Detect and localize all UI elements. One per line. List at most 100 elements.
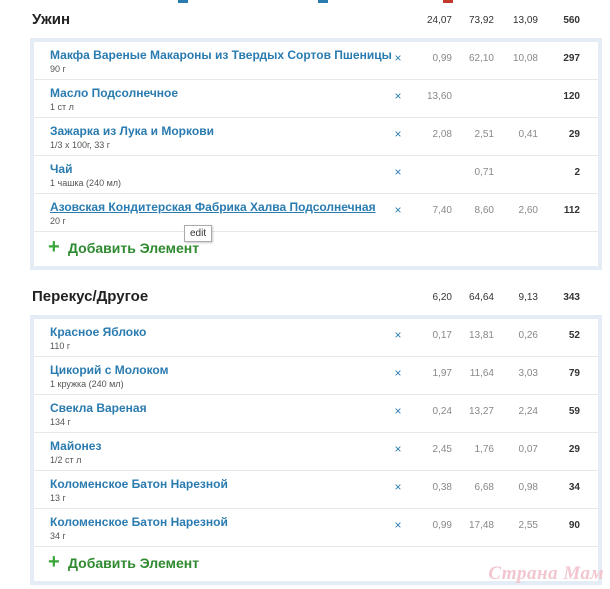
- food-name-link[interactable]: Масло Подсолнечное: [50, 86, 178, 100]
- food-portion: 13 г: [50, 493, 66, 503]
- delete-icon[interactable]: ×: [391, 203, 405, 217]
- food-row: Майонез 1/2 ст л × 2,45 1,76 0,07 29: [34, 433, 598, 471]
- food-name-link[interactable]: Свекла Вареная: [50, 401, 147, 415]
- food-portion: 1 ст л: [50, 102, 74, 112]
- fat-value: 0,38: [432, 482, 452, 493]
- food-row: Макфа Вареные Макароны из Твердых Сортов…: [34, 42, 598, 80]
- calories-value: 29: [568, 129, 580, 140]
- food-portion: 1/3 x 100г, 33 г: [50, 140, 111, 150]
- food-row: Коломенское Батон Нарезной 34 г × 0,99 1…: [34, 509, 598, 547]
- fat-value: 1,97: [432, 368, 452, 379]
- food-row: Красное Яблоко 110 г × 0,17 13,81 0,26 5…: [34, 319, 598, 357]
- food-portion: 110 г: [50, 341, 71, 351]
- total-fat: 24,07: [426, 15, 452, 26]
- fat-value: 2,08: [432, 129, 452, 140]
- meal-section-snack: Перекус/Другое 6,20 64,64 9,13 343 Красн…: [30, 279, 602, 585]
- delete-icon[interactable]: ×: [391, 328, 405, 342]
- fat-value: 0,24: [432, 406, 452, 417]
- calories-value: 79: [568, 368, 580, 379]
- protein-value: 10,08: [512, 53, 538, 64]
- fat-value: 0,99: [432, 53, 452, 64]
- protein-value: 0,41: [518, 129, 538, 140]
- watermark-logo: Страна Мам: [488, 563, 604, 584]
- add-item-label: Добавить Элемент: [68, 240, 200, 256]
- calories-value: 120: [563, 91, 580, 102]
- total-carbs: 64,64: [468, 292, 494, 303]
- fat-value: 7,40: [432, 205, 452, 216]
- fat-value: 0,17: [432, 330, 452, 341]
- food-portion: 1/2 ст л: [50, 455, 82, 465]
- plus-icon: +: [48, 551, 60, 573]
- food-portion: 34 г: [50, 531, 66, 541]
- food-name-link[interactable]: Зажарка из Лука и Моркови: [50, 124, 214, 138]
- fat-value: 13,60: [426, 91, 452, 102]
- food-row: Коломенское Батон Нарезной 13 г × 0,38 6…: [34, 471, 598, 509]
- delete-icon[interactable]: ×: [391, 51, 405, 65]
- fat-value: 2,45: [432, 444, 452, 455]
- add-item-button[interactable]: + Добавить Элемент: [34, 232, 598, 266]
- delete-icon[interactable]: ×: [391, 366, 405, 380]
- section-title: Ужин: [32, 11, 71, 28]
- carbs-value: 0,71: [474, 167, 494, 178]
- protein-value: 2,60: [518, 205, 538, 216]
- calories-value: 59: [568, 406, 580, 417]
- food-row: Цикорий с Молоком 1 кружка (240 мл) × 1,…: [34, 357, 598, 395]
- delete-icon[interactable]: ×: [391, 480, 405, 494]
- total-fat: 6,20: [432, 292, 452, 303]
- fat-value: 0,99: [432, 520, 452, 531]
- food-portion: 134 г: [50, 417, 71, 427]
- delete-icon[interactable]: ×: [391, 127, 405, 141]
- carbs-value: 13,27: [468, 406, 494, 417]
- food-list-panel: Макфа Вареные Макароны из Твердых Сортов…: [30, 38, 602, 270]
- calories-value: 52: [568, 330, 580, 341]
- carbs-value: 62,10: [468, 53, 494, 64]
- protein-value: 0,98: [518, 482, 538, 493]
- carbs-value: 17,48: [468, 520, 494, 531]
- food-name-link[interactable]: Цикорий с Молоком: [50, 363, 168, 377]
- protein-value: 3,03: [518, 368, 538, 379]
- carbs-value: 11,64: [469, 368, 494, 379]
- calories-value: 2: [574, 167, 580, 178]
- protein-value: 2,24: [518, 406, 538, 417]
- calories-value: 90: [568, 520, 580, 531]
- food-name-link[interactable]: Макфа Вареные Макароны из Твердых Сортов…: [50, 48, 392, 62]
- carbs-value: 8,60: [474, 205, 494, 216]
- delete-icon[interactable]: ×: [391, 404, 405, 418]
- delete-icon[interactable]: ×: [391, 165, 405, 179]
- food-name-link[interactable]: Коломенское Батон Нарезной: [50, 477, 228, 491]
- calories-value: 297: [563, 53, 580, 64]
- delete-icon[interactable]: ×: [391, 518, 405, 532]
- food-name-link[interactable]: Красное Яблоко: [50, 325, 146, 339]
- section-title: Перекус/Другое: [32, 288, 149, 305]
- calories-value: 29: [568, 444, 580, 455]
- delete-icon[interactable]: ×: [391, 89, 405, 103]
- carbs-value: 1,76: [474, 444, 494, 455]
- food-row: Чай 1 чашка (240 мл) × 0,71 2: [34, 156, 598, 194]
- total-calories: 560: [563, 15, 580, 26]
- food-list-panel: Красное Яблоко 110 г × 0,17 13,81 0,26 5…: [30, 315, 602, 585]
- total-carbs: 73,92: [468, 15, 494, 26]
- carbs-value: 2,51: [474, 129, 494, 140]
- calories-value: 34: [568, 482, 580, 493]
- plus-icon: +: [48, 236, 60, 258]
- food-name-link[interactable]: Чай: [50, 162, 72, 176]
- carbs-value: 13,81: [468, 330, 494, 341]
- total-calories: 343: [563, 292, 580, 303]
- add-item-label: Добавить Элемент: [68, 555, 200, 571]
- food-row: Зажарка из Лука и Моркови 1/3 x 100г, 33…: [34, 118, 598, 156]
- delete-icon[interactable]: ×: [391, 442, 405, 456]
- food-portion: 90 г: [50, 64, 66, 74]
- food-name-link[interactable]: Азовская Кондитерская Фабрика Халва Подс…: [50, 200, 376, 214]
- protein-value: 0,07: [518, 444, 538, 455]
- calories-value: 112: [563, 205, 580, 216]
- food-portion: 1 чашка (240 мл): [50, 178, 122, 188]
- protein-value: 2,55: [518, 520, 538, 531]
- total-protein: 9,13: [518, 292, 538, 303]
- food-name-link[interactable]: Майонез: [50, 439, 101, 453]
- food-row: Свекла Вареная 134 г × 0,24 13,27 2,24 5…: [34, 395, 598, 433]
- carbs-value: 6,68: [474, 482, 494, 493]
- food-row: Масло Подсолнечное 1 ст л × 13,60 120: [34, 80, 598, 118]
- total-protein: 13,09: [512, 15, 538, 26]
- meal-section-dinner: Ужин 24,07 73,92 13,09 560 Макфа Вареные…: [30, 2, 602, 270]
- food-name-link[interactable]: Коломенское Батон Нарезной: [50, 515, 228, 529]
